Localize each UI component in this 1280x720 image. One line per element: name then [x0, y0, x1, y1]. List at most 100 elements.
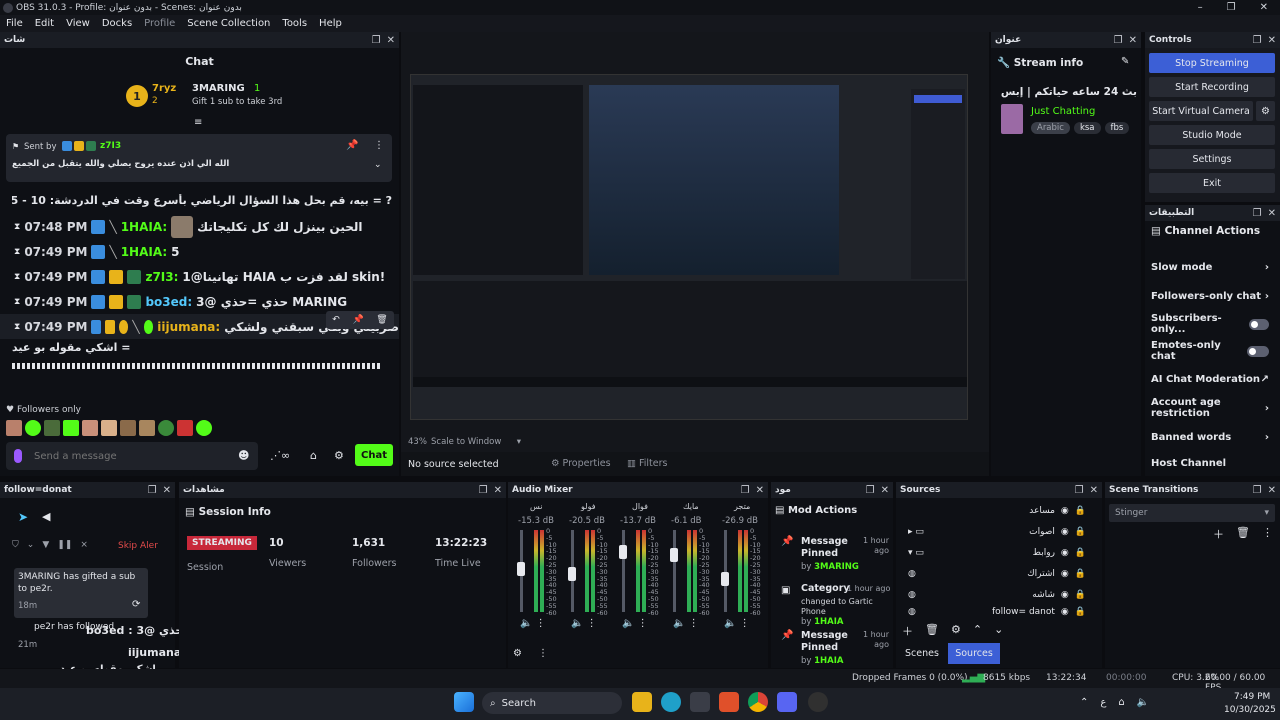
- emote-picker-icon[interactable]: ⋰∞: [270, 449, 290, 462]
- slow-mode-item[interactable]: Slow mode ›: [1145, 253, 1275, 281]
- discord-icon[interactable]: [777, 692, 797, 712]
- more-icon[interactable]: ⋮: [374, 140, 384, 151]
- volume-fader[interactable]: [622, 530, 625, 612]
- more-icon[interactable]: ⋮: [638, 618, 648, 629]
- source-item[interactable]: مساعد ◉ 🔒: [902, 500, 1092, 521]
- filters-button[interactable]: ▥ Filters: [627, 458, 667, 469]
- speaker-icon[interactable]: 🔈: [724, 618, 736, 629]
- speaker-icon[interactable]: 🔈: [622, 618, 634, 629]
- lock-icon[interactable]: 🔒: [1075, 506, 1086, 516]
- close-dock-icon[interactable]: ✕: [1129, 35, 1137, 46]
- float-icon[interactable]: ❐: [741, 485, 750, 496]
- more-icon[interactable]: ⋮: [740, 618, 750, 629]
- volume-knob[interactable]: [568, 567, 576, 581]
- stream-category[interactable]: Just Chatting: [1031, 106, 1095, 117]
- chevron-down-icon[interactable]: ⌄: [27, 540, 35, 550]
- transition-select[interactable]: Stinger ▾: [1109, 504, 1275, 522]
- message-user[interactable]: bo3ed:: [145, 295, 192, 309]
- emotes-only-toggle[interactable]: [1247, 345, 1269, 357]
- close-icon[interactable]: ✕: [1260, 2, 1268, 13]
- speaker-icon[interactable]: 🔈: [571, 618, 583, 629]
- float-icon[interactable]: ❐: [479, 485, 488, 496]
- account-age-item[interactable]: Account age restriction ›: [1145, 394, 1275, 422]
- menu-help[interactable]: Help: [313, 18, 348, 29]
- close-dock-icon[interactable]: ✕: [494, 485, 502, 496]
- float-icon[interactable]: ❐: [1075, 485, 1084, 496]
- emote-icon[interactable]: [177, 420, 193, 436]
- reply-icon[interactable]: ↶: [332, 315, 340, 325]
- emote-icon[interactable]: [120, 420, 136, 436]
- ai-moderation-item[interactable]: AI Chat Moderation ↗: [1145, 365, 1275, 393]
- network-icon[interactable]: ⌂: [1118, 697, 1124, 708]
- pause-icon[interactable]: ❚❚: [57, 540, 72, 550]
- chat-input[interactable]: [34, 447, 234, 465]
- emote-icon[interactable]: [101, 420, 117, 436]
- eye-icon[interactable]: ◉: [1061, 527, 1069, 537]
- float-icon[interactable]: ❐: [1253, 485, 1262, 496]
- float-icon[interactable]: ❐: [1114, 35, 1123, 46]
- float-icon[interactable]: ❐: [372, 35, 381, 46]
- megaphone-icon[interactable]: ◀: [42, 510, 50, 523]
- lock-icon[interactable]: 🔒: [1075, 548, 1086, 558]
- shield-icon[interactable]: ⛉: [12, 540, 19, 550]
- filter-icon[interactable]: ▼: [42, 540, 49, 550]
- emote-icon[interactable]: [196, 420, 212, 436]
- float-icon[interactable]: ❐: [866, 485, 875, 496]
- start-virtual-camera-button[interactable]: Start Virtual Camera: [1149, 101, 1253, 121]
- emote-icon[interactable]: [139, 420, 155, 436]
- file-explorer-icon[interactable]: [632, 692, 652, 712]
- volume-knob[interactable]: [721, 572, 729, 586]
- clock-date[interactable]: 10/30/2025: [1224, 705, 1276, 715]
- gear-icon[interactable]: ⚙: [951, 623, 961, 639]
- float-icon[interactable]: ❐: [1253, 35, 1262, 46]
- more-icon[interactable]: ⋮: [536, 618, 546, 629]
- pin-icon[interactable]: 📌: [352, 315, 363, 325]
- source-item[interactable]: ▾ ▭ روابط ◉ 🔒: [902, 542, 1092, 563]
- start-recording-button[interactable]: Start Recording: [1149, 77, 1275, 97]
- collapse-icon[interactable]: ≡: [194, 117, 202, 128]
- lock-icon[interactable]: 🔒: [1075, 607, 1086, 617]
- search-box[interactable]: ⌕ Search: [482, 692, 622, 714]
- brave-icon[interactable]: [719, 692, 739, 712]
- source-item[interactable]: ◍ اشتراك ◉ 🔒: [902, 563, 1092, 584]
- menu-profile[interactable]: Profile: [138, 18, 181, 29]
- add-icon[interactable]: ＋: [902, 623, 913, 639]
- volume-fader[interactable]: [724, 530, 727, 612]
- close-dock-icon[interactable]: ✕: [163, 485, 171, 496]
- emote-icon[interactable]: [63, 420, 79, 436]
- emote-icon[interactable]: [6, 420, 22, 436]
- close-dock-icon[interactable]: ✕: [387, 35, 395, 46]
- volume-knob[interactable]: [517, 562, 525, 576]
- close-dock-icon[interactable]: ✕: [1268, 35, 1276, 46]
- more-icon[interactable]: ⋮: [689, 618, 699, 629]
- host-channel-item[interactable]: Host Channel: [1145, 449, 1275, 477]
- volume-knob[interactable]: [619, 545, 627, 559]
- close-dock-icon[interactable]: ✕: [756, 485, 764, 496]
- lock-icon[interactable]: 🔒: [1075, 569, 1086, 579]
- volume-icon[interactable]: 🔈: [1137, 697, 1149, 708]
- chevron-down-icon[interactable]: ⌄: [374, 160, 382, 170]
- more-icon[interactable]: ⋮: [1262, 526, 1273, 542]
- menu-scene-collection[interactable]: Scene Collection: [181, 18, 276, 29]
- float-icon[interactable]: ❐: [148, 485, 157, 496]
- subscribers-only-item[interactable]: Subscribers-only...: [1145, 310, 1275, 338]
- studio-mode-button[interactable]: Studio Mode: [1149, 125, 1275, 145]
- message-user[interactable]: iijumana:: [157, 320, 220, 334]
- eye-icon[interactable]: ◉: [1061, 607, 1069, 617]
- speaker-icon[interactable]: 🔈: [520, 618, 532, 629]
- volume-fader[interactable]: [673, 530, 676, 612]
- stop-streaming-button[interactable]: Stop Streaming: [1149, 53, 1275, 73]
- emote-icon[interactable]: [44, 420, 60, 436]
- eye-icon[interactable]: ◉: [1061, 548, 1069, 558]
- menu-view[interactable]: View: [60, 18, 96, 29]
- close-dock-icon[interactable]: ✕: [1268, 485, 1276, 496]
- windows-start-icon[interactable]: [454, 692, 474, 712]
- menu-docks[interactable]: Docks: [96, 18, 138, 29]
- source-item[interactable]: ◍ شاشه ◉ 🔒: [902, 584, 1092, 605]
- settings-button[interactable]: Settings: [1149, 149, 1275, 169]
- emote-icon[interactable]: [82, 420, 98, 436]
- mixer-settings-icon[interactable]: ⚙: [513, 648, 522, 659]
- properties-button[interactable]: ⚙ Properties: [551, 458, 611, 469]
- message-user[interactable]: 1HAIA:: [121, 245, 167, 259]
- close-dock-icon[interactable]: ✕: [881, 485, 889, 496]
